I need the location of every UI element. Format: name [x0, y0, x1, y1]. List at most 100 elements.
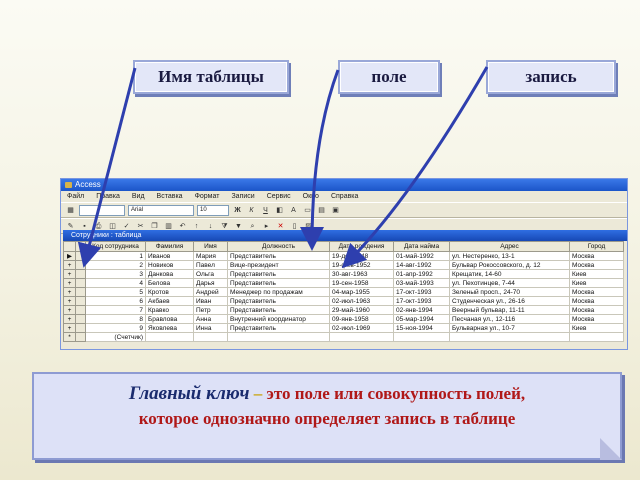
expand-toggle[interactable]: [75, 314, 86, 324]
table-cell[interactable]: 9: [85, 323, 146, 333]
table-cell[interactable]: ул. Нестеренко, 13-1: [449, 251, 570, 261]
table-cell[interactable]: [393, 332, 450, 342]
table-row[interactable]: +7 Кравко Петр Представитель 29-май-1960 02-я…: [63, 305, 624, 315]
expand-toggle[interactable]: [75, 251, 86, 261]
table-cell[interactable]: Москва: [569, 287, 624, 297]
menu-item-help[interactable]: Справка: [331, 191, 358, 202]
table-row[interactable]: ▶ 1 Иванов Мария Представитель 19-дек-1948 01-…: [63, 251, 624, 261]
table-cell[interactable]: Представитель: [227, 278, 330, 288]
table-cell[interactable]: 17-окт-1993: [393, 287, 450, 297]
table-cell[interactable]: Представитель: [227, 323, 330, 333]
gridlines-icon[interactable]: ▤: [316, 205, 327, 216]
row-selector[interactable]: ▶: [63, 251, 76, 261]
table-cell[interactable]: 02-июл-1963: [329, 296, 394, 306]
table-cell[interactable]: Крещатик, 14-60: [449, 269, 570, 279]
expand-toggle[interactable]: [75, 278, 86, 288]
table-cell[interactable]: 8: [85, 314, 146, 324]
table-cell[interactable]: 2: [85, 260, 146, 270]
table-cell[interactable]: ул. Пехотинцев, 7-44: [449, 278, 570, 288]
table-cell[interactable]: 01-апр-1992: [393, 269, 450, 279]
menu-item-records[interactable]: Записи: [231, 191, 254, 202]
table-cell[interactable]: Мария: [193, 251, 228, 261]
new-record-row[interactable]: * (Счетчик): [63, 332, 624, 342]
table-cell[interactable]: 5: [85, 287, 146, 297]
view-icon[interactable]: ▦: [65, 205, 76, 216]
table-cell[interactable]: Андрей: [193, 287, 228, 297]
table-cell[interactable]: 09-янв-1958: [329, 314, 394, 324]
table-cell[interactable]: Яковлева: [145, 323, 194, 333]
table-cell[interactable]: [449, 332, 570, 342]
menu-item-insert[interactable]: Вставка: [157, 191, 183, 202]
column-header[interactable]: Должность: [227, 241, 330, 252]
menu-item-view[interactable]: Вид: [132, 191, 145, 202]
table-cell[interactable]: 19-сен-1958: [329, 278, 394, 288]
table-cell[interactable]: Анна: [193, 314, 228, 324]
table-cell[interactable]: [227, 332, 330, 342]
effects-icon[interactable]: ▣: [330, 205, 341, 216]
column-header[interactable]: Город: [569, 241, 624, 252]
table-cell[interactable]: Киев: [569, 323, 624, 333]
expand-toggle[interactable]: [75, 305, 86, 315]
table-cell[interactable]: Павел: [193, 260, 228, 270]
column-header[interactable]: Дата найма: [393, 241, 450, 252]
table-row[interactable]: +9 Яковлева Инна Представитель 02-июл-1969 15…: [63, 323, 624, 333]
table-cell[interactable]: 1: [85, 251, 146, 261]
table-cell[interactable]: 01-май-1992: [393, 251, 450, 261]
table-cell[interactable]: Данкова: [145, 269, 194, 279]
expand-toggle[interactable]: [75, 323, 86, 333]
table-cell[interactable]: Новиков: [145, 260, 194, 270]
table-cell[interactable]: Инна: [193, 323, 228, 333]
menu-item-format[interactable]: Формат: [195, 191, 220, 202]
table-cell[interactable]: Акбаев: [145, 296, 194, 306]
table-cell[interactable]: [145, 332, 194, 342]
table-cell[interactable]: Иванов: [145, 251, 194, 261]
table-cell[interactable]: 04-мар-1955: [329, 287, 394, 297]
row-selector[interactable]: +: [63, 296, 76, 306]
table-row[interactable]: +6 Акбаев Иван Представитель 02-июл-1963 17-о…: [63, 296, 624, 306]
table-cell[interactable]: 15-ноя-1994: [393, 323, 450, 333]
bold-icon[interactable]: Ж: [232, 205, 243, 216]
font-combo[interactable]: Arial: [128, 204, 194, 216]
row-selector[interactable]: +: [63, 278, 76, 288]
table-cell[interactable]: Представитель: [227, 296, 330, 306]
table-cell[interactable]: 05-мар-1994: [393, 314, 450, 324]
expand-toggle[interactable]: [75, 287, 86, 297]
table-cell[interactable]: 19-фев-1952: [329, 260, 394, 270]
column-header[interactable]: Код сотрудника: [85, 241, 146, 252]
row-selector[interactable]: +: [63, 305, 76, 315]
table-cell[interactable]: 29-май-1960: [329, 305, 394, 315]
table-cell[interactable]: Вице-президент: [227, 260, 330, 270]
table-cell[interactable]: Иван: [193, 296, 228, 306]
column-header[interactable]: Фамилия: [145, 241, 194, 252]
table-cell[interactable]: Белова: [145, 278, 194, 288]
table-cell[interactable]: Менеджер по продажам: [227, 287, 330, 297]
table-row[interactable]: +5 Кротов Андрей Менеджер по продажам 04-мар…: [63, 287, 624, 297]
table-cell[interactable]: Москва: [569, 251, 624, 261]
table-cell[interactable]: 02-янв-1994: [393, 305, 450, 315]
table-row[interactable]: +4 Белова Дарья Представитель 19-сен-1958 03-…: [63, 278, 624, 288]
table-cell[interactable]: Киев: [569, 269, 624, 279]
table-cell[interactable]: 17-окт-1993: [393, 296, 450, 306]
font-size-combo[interactable]: 10: [197, 204, 229, 216]
row-selector[interactable]: +: [63, 287, 76, 297]
table-cell[interactable]: Представитель: [227, 269, 330, 279]
expand-toggle[interactable]: [75, 269, 86, 279]
table-cell[interactable]: Москва: [569, 314, 624, 324]
table-cell[interactable]: Москва: [569, 296, 624, 306]
font-color-icon[interactable]: A: [288, 205, 299, 216]
table-cell[interactable]: 6: [85, 296, 146, 306]
column-header[interactable]: Имя: [193, 241, 228, 252]
table-row[interactable]: +2 Новиков Павел Вице-президент 19-фев-1952 1…: [63, 260, 624, 270]
table-cell[interactable]: Петр: [193, 305, 228, 315]
table-cell[interactable]: Дарья: [193, 278, 228, 288]
table-cell[interactable]: [329, 332, 394, 342]
row-selector[interactable]: +: [63, 314, 76, 324]
table-cell[interactable]: 3: [85, 269, 146, 279]
table-cell[interactable]: Киев: [569, 278, 624, 288]
table-cell[interactable]: 03-май-1993: [393, 278, 450, 288]
table-cell[interactable]: [193, 332, 228, 342]
expand-toggle[interactable]: [75, 296, 86, 306]
table-cell[interactable]: Веерный бульвар, 11-11: [449, 305, 570, 315]
menu-item-file[interactable]: Файл: [67, 191, 84, 202]
menu-item-tools[interactable]: Сервис: [267, 191, 291, 202]
